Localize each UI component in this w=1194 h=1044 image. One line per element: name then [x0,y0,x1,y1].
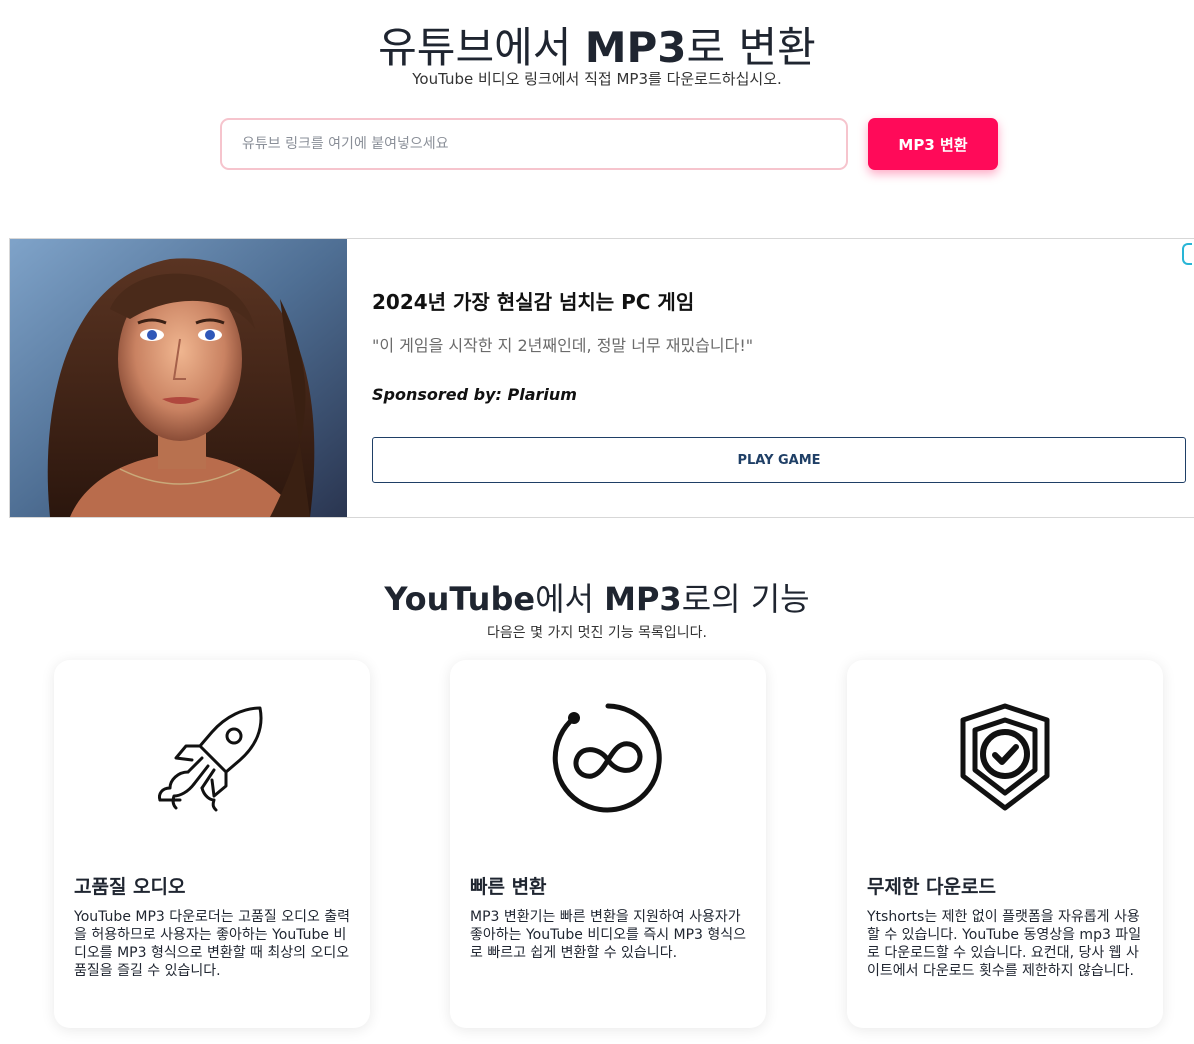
features-title-mid: 에서 [535,580,605,618]
feature-card-speed: 빠른 변환 MP3 변환기는 빠른 변환을 지원하여 사용자가 좋아하는 You… [450,660,766,1028]
features-title-suffix: 로의 기능 [681,580,810,618]
features-subtitle: 다음은 몇 가지 멋진 기능 목록입니다. [487,625,707,641]
convert-mp3-button[interactable]: MP3 변환 [868,118,998,170]
rocket-icon [152,700,272,820]
feature-card-quality: 고품질 오디오 YouTube MP3 다운로더는 고품질 오디오 출력을 허용… [54,660,370,1028]
ad-sponsor: Sponsored by: Plarium [372,385,577,404]
play-game-button[interactable]: PLAY GAME [372,437,1186,483]
page-subtitle: YouTube 비디오 링크에서 직접 MP3를 다운로드하십시오. [412,70,782,88]
ad-choices-icon[interactable] [1182,243,1192,265]
feature-card-unlimited: 무제한 다운로드 Ytshorts는 제한 없이 플랫폼을 자유롭게 사용할 수… [847,660,1163,1028]
features-title-strong-1: YouTube [384,580,536,618]
sponsored-ad[interactable]: 2024년 가장 현실감 넘치는 PC 게임 "이 게임을 시작한 지 2년째인… [9,238,1194,518]
infinity-icon [548,700,668,820]
title-strong: MP3 [584,23,687,72]
youtube-link-input[interactable] [220,118,848,170]
feature-description: MP3 변환기는 빠른 변환을 지원하여 사용자가 좋아하는 YouTube 비… [470,909,747,961]
feature-description: YouTube MP3 다운로더는 고품질 오디오 출력을 허용하므로 사용자는… [74,909,351,979]
features-title: YouTube에서 MP3로의 기능 [0,574,1194,620]
feature-description: Ytshorts는 제한 없이 플랫폼을 자유롭게 사용할 수 있습니다. Yo… [867,909,1142,979]
features-title-strong-2: MP3 [604,580,682,618]
title-suffix: 로 변환 [686,23,816,72]
feature-title: 무제한 다운로드 [867,876,996,898]
ad-quote: "이 게임을 시작한 지 2년째인데, 정말 너무 재밌습니다!" [372,336,754,355]
page-title: 유튜브에서 MP3로 변환 [0,14,1194,75]
feature-title: 빠른 변환 [470,876,547,898]
ad-image[interactable] [10,239,347,517]
ad-title[interactable]: 2024년 가장 현실감 넘치는 PC 게임 [372,286,694,315]
title-prefix: 유튜브에서 [378,23,585,72]
feature-title: 고품질 오디오 [74,876,186,898]
shield-check-icon [945,700,1065,820]
ad-portrait-image [10,239,347,517]
